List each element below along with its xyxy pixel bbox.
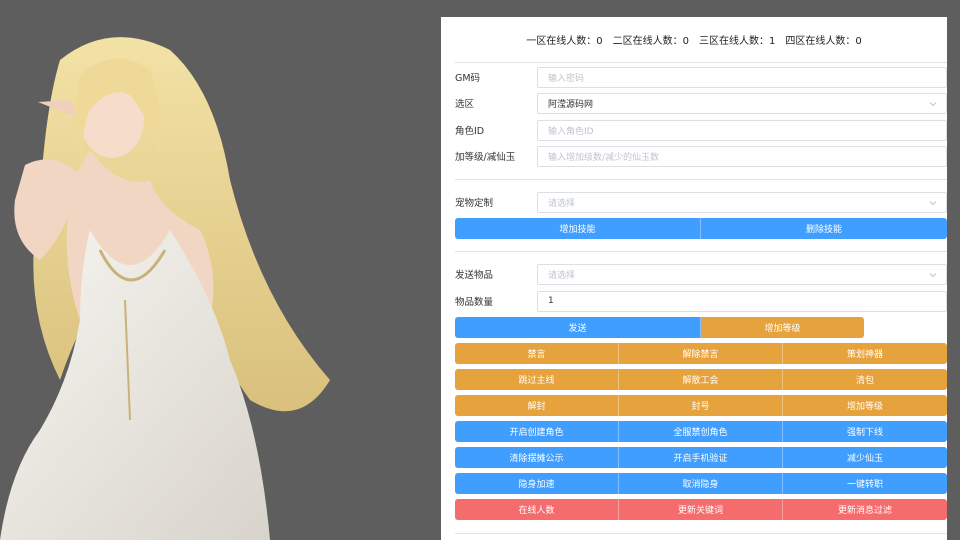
force-offline-button[interactable]: 强制下线 [783, 421, 947, 442]
action-row-6: 隐身加速 取消隐身 一键转职 [455, 473, 947, 494]
pet-select-placeholder: 请选择 [548, 198, 576, 209]
cancel-stealth-button[interactable]: 取消隐身 [619, 473, 783, 494]
zone-select[interactable]: 阿滢源码网 [537, 92, 947, 114]
online-zone-1: 一区在线人数：0 [526, 32, 602, 47]
divider [455, 251, 947, 252]
chevron-down-icon [929, 101, 937, 106]
online-zone-label: 一区在线人数： [526, 35, 597, 47]
pet-select[interactable]: 请选择 [537, 191, 947, 213]
disable-create-role-button[interactable]: 全服禁创角色 [619, 421, 783, 442]
send-button[interactable]: 发送 [455, 317, 701, 338]
character-illustration-svg [0, 37, 330, 540]
zone-select-value: 阿滢源码网 [548, 99, 594, 110]
chevron-down-icon [929, 200, 937, 205]
pet-row: 宠物定制 请选择 [455, 191, 947, 213]
online-counts: 一区在线人数：0 二区在线人数：0 三区在线人数：1 四区在线人数：0 [441, 17, 947, 61]
one-click-job-change-button[interactable]: 一键转职 [783, 473, 947, 494]
gm-panel: 一区在线人数：0 二区在线人数：0 三区在线人数：1 四区在线人数：0 GM码 … [441, 17, 947, 540]
online-zone-label: 三区在线人数： [699, 35, 769, 47]
action-row-3: 解封 封号 增加等级 [455, 395, 947, 416]
unban-button[interactable]: 解封 [455, 395, 619, 416]
item-quantity-label: 物品数量 [455, 297, 494, 308]
send-buttons: 发送 增加等级 [455, 317, 864, 338]
chevron-down-icon [929, 272, 937, 277]
online-zone-value: 0 [596, 35, 603, 47]
item-select[interactable]: 请选择 [537, 263, 947, 285]
action-row-4: 开启创建角色 全服禁创角色 强制下线 [455, 421, 947, 442]
online-zone-4: 四区在线人数：0 [785, 32, 861, 47]
disband-guild-button[interactable]: 解散工会 [619, 369, 783, 390]
online-zone-2: 二区在线人数：0 [613, 32, 689, 47]
update-message-filter-button[interactable]: 更新消息过滤 [783, 499, 947, 520]
action-row-1: 禁言 解除禁言 策划神器 [455, 343, 947, 364]
level-jade-input[interactable]: 输入增加级数/减少的仙玉数 [537, 145, 947, 167]
update-keywords-button[interactable]: 更新关键词 [619, 499, 783, 520]
pet-skill-buttons: 增加技能 删除技能 [455, 218, 947, 239]
enable-create-role-button[interactable]: 开启创建角色 [455, 421, 619, 442]
clear-bag-button[interactable]: 清包 [783, 369, 947, 390]
gm-code-label: GM码 [455, 73, 481, 84]
unmute-button[interactable]: 解除禁言 [619, 343, 783, 364]
online-zone-value: 0 [855, 35, 862, 47]
divider [455, 179, 947, 180]
zone-row: 选区 阿滢源码网 [455, 92, 947, 114]
pet-label: 宠物定制 [455, 198, 494, 209]
divider [455, 62, 947, 63]
online-count-button[interactable]: 在线人数 [455, 499, 619, 520]
level-jade-label: 加等级/减仙玉 [455, 152, 516, 163]
role-id-input[interactable]: 输入角色ID [537, 119, 947, 141]
online-zone-value: 0 [682, 35, 689, 47]
item-select-placeholder: 请选择 [548, 270, 576, 281]
online-zone-label: 二区在线人数： [612, 35, 683, 47]
item-quantity-row: 物品数量 1 [455, 290, 947, 312]
reduce-jade-button[interactable]: 减少仙玉 [783, 447, 947, 468]
skip-main-quest-button[interactable]: 跳过主线 [455, 369, 619, 390]
increase-level-button[interactable]: 增加等级 [783, 395, 947, 416]
mute-button[interactable]: 禁言 [455, 343, 619, 364]
send-item-label: 发送物品 [455, 270, 494, 281]
online-zone-label: 四区在线人数： [785, 35, 856, 47]
role-id-label: 角色ID [455, 126, 485, 137]
zone-label: 选区 [455, 99, 475, 110]
online-zone-value: 1 [769, 35, 776, 47]
gm-code-input[interactable]: 输入密码 [537, 66, 947, 88]
clear-stall-notice-button[interactable]: 清除摆摊公示 [455, 447, 619, 468]
delete-skill-button[interactable]: 删除技能 [701, 218, 947, 239]
action-row-7: 在线人数 更新关键词 更新消息过滤 [455, 499, 947, 520]
divider [455, 533, 947, 534]
level-jade-row: 加等级/减仙玉 输入增加级数/减少的仙玉数 [455, 145, 947, 167]
item-quantity-input[interactable]: 1 [537, 290, 947, 312]
role-id-row: 角色ID 输入角色ID [455, 119, 947, 141]
character-illustration [0, 0, 440, 540]
action-row-2: 跳过主线 解散工会 清包 [455, 369, 947, 390]
send-item-row: 发送物品 请选择 [455, 263, 947, 285]
ban-account-button[interactable]: 封号 [619, 395, 783, 416]
add-level-button[interactable]: 增加等级 [701, 317, 864, 338]
enable-phone-verify-button[interactable]: 开启手机验证 [619, 447, 783, 468]
planner-artifact-button[interactable]: 策划神器 [783, 343, 947, 364]
add-skill-button[interactable]: 增加技能 [455, 218, 701, 239]
gm-code-row: GM码 输入密码 [455, 66, 947, 88]
stealth-speed-button[interactable]: 隐身加速 [455, 473, 619, 494]
online-zone-3: 三区在线人数：1 [699, 32, 775, 47]
action-row-5: 清除摆摊公示 开启手机验证 减少仙玉 [455, 447, 947, 468]
